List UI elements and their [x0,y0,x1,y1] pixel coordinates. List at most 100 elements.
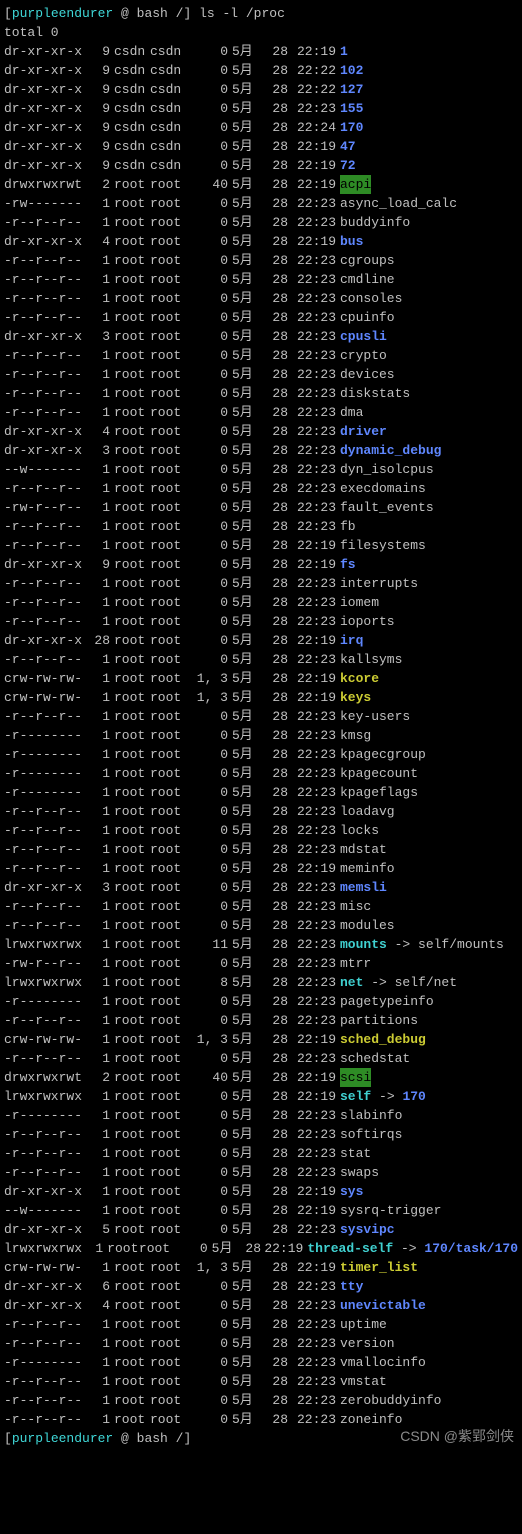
group-col: root [150,517,192,536]
entry-name[interactable]: interrupts [340,574,418,593]
links-col: 9 [86,61,114,80]
entry-name[interactable]: keys [340,688,371,707]
entry-name[interactable]: async_load_calc [340,194,457,213]
day-col: 28 [260,1030,288,1049]
entry-name[interactable]: diskstats [340,384,410,403]
entry-name[interactable]: ioports [340,612,395,631]
terminal-output[interactable]: [purpleendurer @ bash /] ls -l /proctota… [4,4,518,1448]
entry-name[interactable]: locks [340,821,379,840]
entry-name[interactable]: cmdline [340,270,395,289]
entry-name[interactable]: schedstat [340,1049,410,1068]
owner-col: root [114,1220,150,1239]
entry-name[interactable]: swaps [340,1163,379,1182]
entry-name[interactable]: misc [340,897,371,916]
month-col: 5月 [232,669,260,688]
entry-name[interactable]: scsi [340,1068,371,1087]
entry-name[interactable]: zoneinfo [340,1410,402,1429]
entry-name[interactable]: fault_events [340,498,434,517]
entry-name[interactable]: cpusli [340,327,387,346]
size-col: 0 [192,802,232,821]
entry-name[interactable]: slabinfo [340,1106,402,1125]
entry-name[interactable]: version [340,1334,395,1353]
entry-name[interactable]: iomem [340,593,379,612]
entry-name[interactable]: dma [340,403,363,422]
entry-name[interactable]: filesystems [340,536,426,555]
entry-name[interactable]: kcore [340,669,379,688]
size-col: 0 [192,764,232,783]
entry-name[interactable]: tty [340,1277,363,1296]
entry-name[interactable]: cpuinfo [340,308,395,327]
perm-col: -r--r--r-- [4,479,86,498]
entry-name[interactable]: cgroups [340,251,395,270]
entry-name[interactable]: dyn_isolcpus [340,460,434,479]
entry-name[interactable]: meminfo [340,859,395,878]
month-col: 5月 [232,897,260,916]
entry-name[interactable]: softirqs [340,1125,402,1144]
links-col: 2 [86,1068,114,1087]
entry-name[interactable]: acpi [340,175,371,194]
entry-name[interactable]: sysvipc [340,1220,395,1239]
entry-name[interactable]: dynamic_debug [340,441,441,460]
entry-name[interactable]: driver [340,422,387,441]
entry-name[interactable]: thread-self [307,1239,393,1258]
entry-name[interactable]: sys [340,1182,363,1201]
entry-name[interactable]: self [340,1087,371,1106]
month-col: 5月 [232,99,260,118]
entry-name[interactable]: mounts [340,935,387,954]
perm-col: -r-------- [4,783,86,802]
entry-name[interactable]: unevictable [340,1296,426,1315]
entry-name[interactable]: mtrr [340,954,371,973]
group-col: root [150,1163,192,1182]
links-col: 1 [86,1201,114,1220]
time-col: 22:23 [288,213,340,232]
size-col: 40 [192,175,232,194]
entry-name[interactable]: devices [340,365,395,384]
entry-name[interactable]: 170 [340,118,363,137]
entry-name[interactable]: memsli [340,878,387,897]
entry-name[interactable]: kpagecgroup [340,745,426,764]
entry-name[interactable]: 127 [340,80,363,99]
entry-name[interactable]: pagetypeinfo [340,992,434,1011]
entry-name[interactable]: uptime [340,1315,387,1334]
entry-name[interactable]: loadavg [340,802,395,821]
entry-name[interactable]: net [340,973,363,992]
entry-name[interactable]: 47 [340,137,356,156]
day-col: 28 [236,1239,261,1258]
group-col: root [150,1410,192,1429]
entry-name[interactable]: 155 [340,99,363,118]
entry-name[interactable]: 72 [340,156,356,175]
entry-name[interactable]: vmstat [340,1372,387,1391]
entry-name[interactable]: consoles [340,289,402,308]
entry-name[interactable]: fb [340,517,356,536]
entry-name[interactable]: vmallocinfo [340,1353,426,1372]
time-col: 22:19 [288,631,340,650]
entry-name[interactable]: stat [340,1144,371,1163]
entry-name[interactable]: crypto [340,346,387,365]
owner-col: root [114,213,150,232]
entry-name[interactable]: fs [340,555,356,574]
entry-name[interactable]: sysrq-trigger [340,1201,441,1220]
entry-name[interactable]: irq [340,631,363,650]
entry-name[interactable]: 102 [340,61,363,80]
entry-name[interactable]: buddyinfo [340,213,410,232]
month-col: 5月 [232,1315,260,1334]
entry-name[interactable]: bus [340,232,363,251]
entry-name[interactable]: zerobuddyinfo [340,1391,441,1410]
ls-row: -r--r--r--1rootroot05月2822:23 key-users [4,707,518,726]
ls-row: crw-rw-rw-1rootroot1, 35月2822:19 kcore [4,669,518,688]
entry-name[interactable]: 1 [340,42,348,61]
entry-name[interactable]: timer_list [340,1258,418,1277]
entry-name[interactable]: mdstat [340,840,387,859]
day-col: 28 [260,764,288,783]
entry-name[interactable]: kmsg [340,726,371,745]
entry-name[interactable]: kpageflags [340,783,418,802]
day-col: 28 [260,1011,288,1030]
entry-name[interactable]: sched_debug [340,1030,426,1049]
entry-name[interactable]: kpagecount [340,764,418,783]
entry-name[interactable]: kallsyms [340,650,402,669]
entry-name[interactable]: key-users [340,707,410,726]
entry-name[interactable]: modules [340,916,395,935]
entry-name[interactable]: partitions [340,1011,418,1030]
group-col: root [150,308,192,327]
entry-name[interactable]: execdomains [340,479,426,498]
